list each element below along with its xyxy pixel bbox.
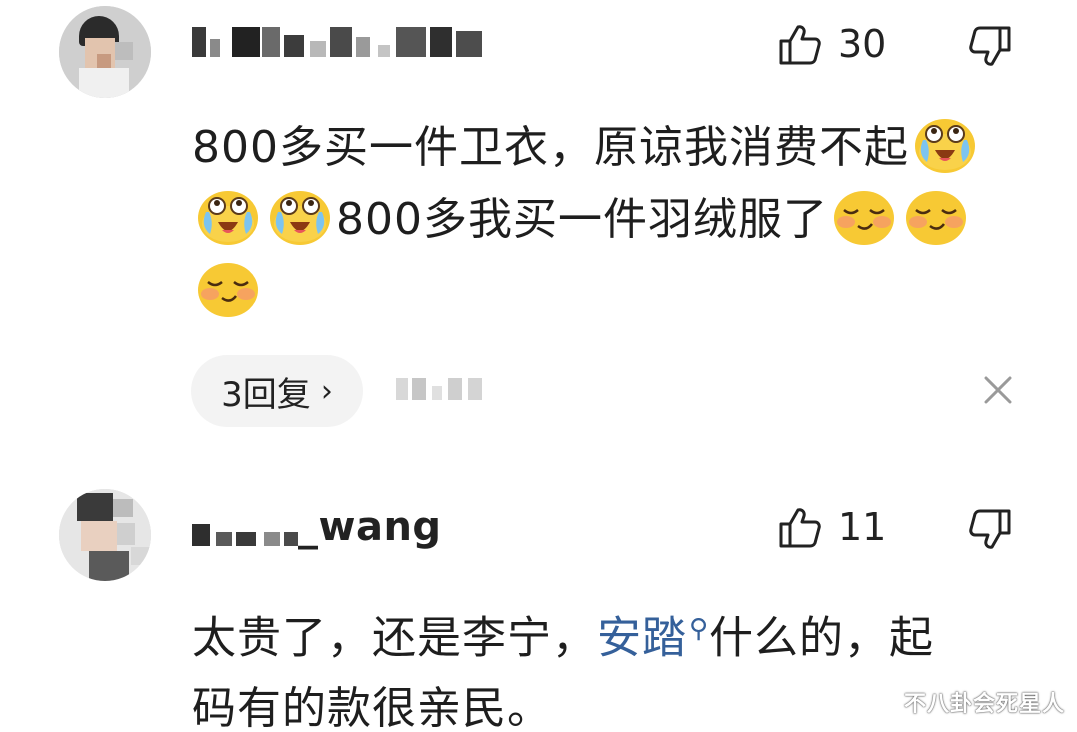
crying-laugh-emoji (196, 186, 260, 246)
watermark: 不八卦会死星人 (903, 692, 1065, 717)
comment-line (192, 256, 1052, 328)
like-count: 30 (838, 22, 887, 66)
shy-smile-emoji (904, 186, 968, 246)
replies-button[interactable]: 3回复 › (191, 355, 363, 427)
username-suffix[interactable]: _wang (298, 504, 442, 550)
replies-label: 3回复 (221, 374, 311, 415)
avatar[interactable] (59, 489, 151, 581)
thumbs-down-icon[interactable] (968, 26, 1012, 68)
comment-line: 太贵了，还是李宁，安踏⚲什么的，起 (192, 612, 935, 664)
close-icon[interactable] (980, 372, 1016, 408)
search-link[interactable]: 安踏 (597, 613, 687, 664)
search-icon[interactable]: ⚲ (689, 614, 709, 644)
like-group: 11 (778, 505, 886, 549)
thumbs-up-icon[interactable] (778, 506, 822, 548)
crying-laugh-emoji (913, 114, 977, 174)
avatar[interactable] (59, 6, 151, 98)
chevron-right-icon: › (320, 373, 333, 409)
thumbs-up-icon[interactable] (778, 23, 822, 65)
crying-laugh-emoji (268, 186, 332, 246)
thumbs-down-icon[interactable] (968, 509, 1012, 551)
shy-smile-emoji (196, 258, 260, 318)
comment-feed: 30 800多买一件卫衣，原谅我消费不起 800多我买一件羽绒服了 3回复 › … (0, 0, 1077, 732)
username-blurred[interactable] (192, 27, 492, 57)
comment-line: 800多我买一件羽绒服了 (192, 184, 1052, 256)
comment-line: 800多买一件卫衣，原谅我消费不起 (192, 112, 1052, 184)
username-blurred[interactable] (192, 520, 300, 546)
timestamp-blurred (396, 378, 492, 400)
comment-text: 800多买一件卫衣，原谅我消费不起 800多我买一件羽绒服了 (192, 112, 1052, 328)
shy-smile-emoji (832, 186, 896, 246)
like-count: 11 (838, 505, 887, 549)
like-group: 30 (778, 22, 886, 66)
